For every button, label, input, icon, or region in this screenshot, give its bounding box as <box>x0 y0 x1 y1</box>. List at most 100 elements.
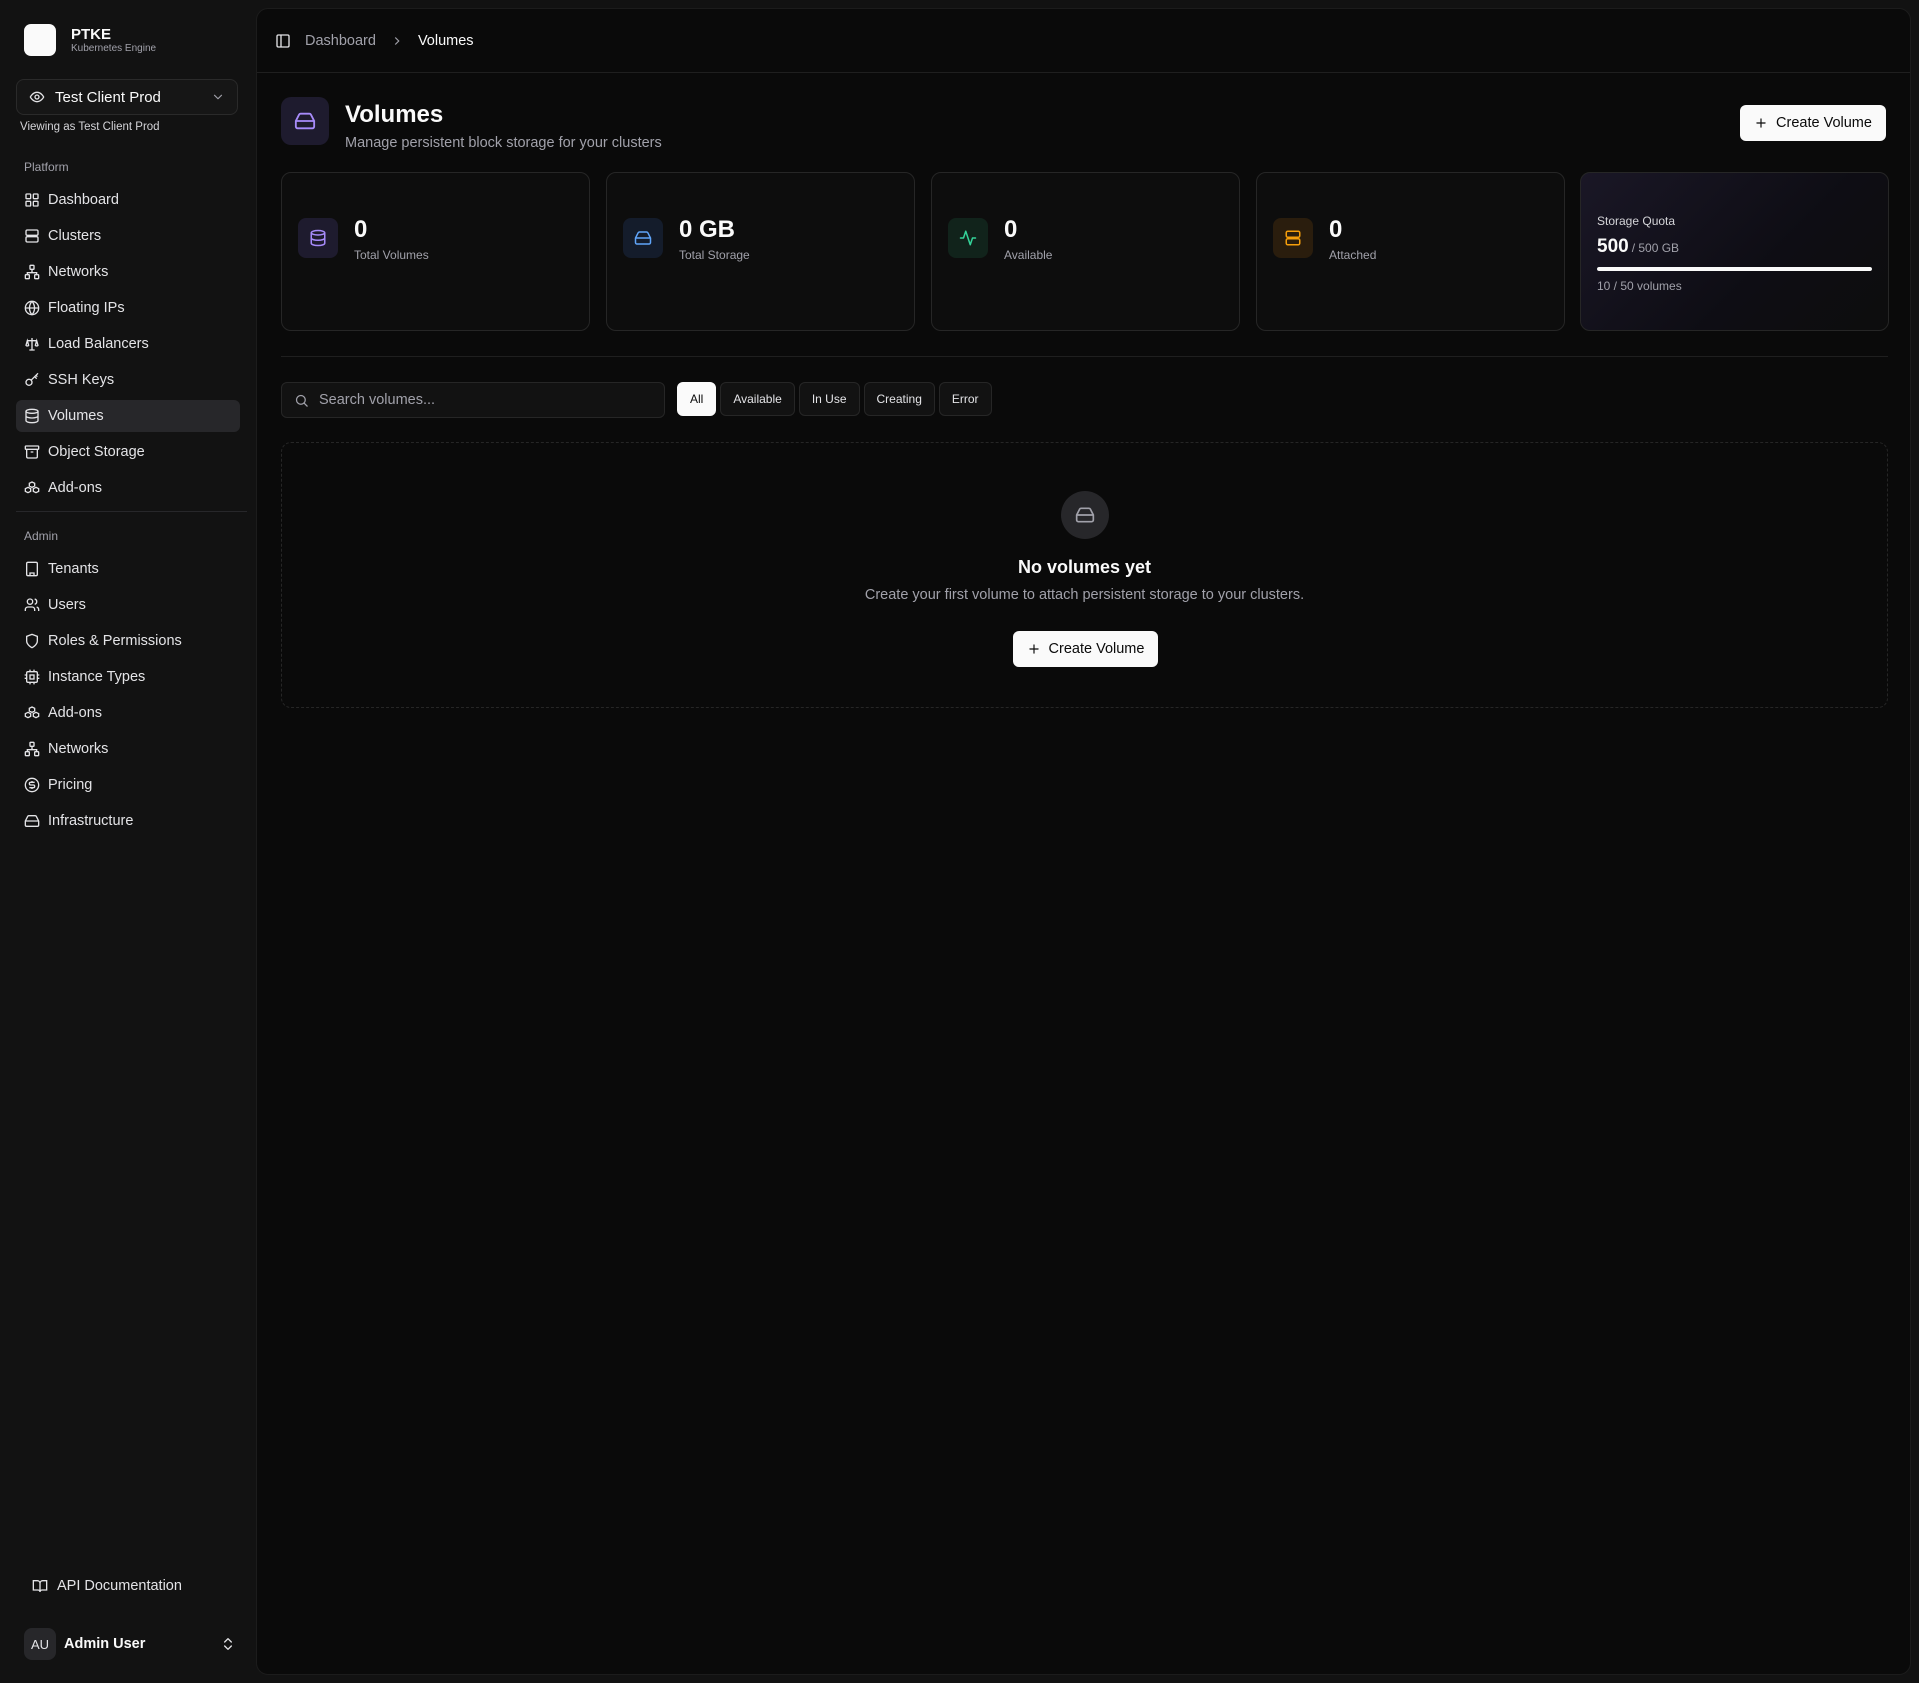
sidebar-item-label: Clusters <box>48 228 102 244</box>
api-documentation-label: API Documentation <box>57 1578 182 1594</box>
breadcrumb-current: Volumes <box>417 32 474 49</box>
user-menu[interactable]: AU Admin User <box>24 1628 236 1660</box>
grid-icon <box>24 192 40 208</box>
hard-drive-icon <box>281 97 329 145</box>
quota-progress-fill <box>1597 267 1872 271</box>
filter-all[interactable]: All <box>677 382 717 416</box>
sidebar-item-object-storage[interactable]: Object Storage <box>16 436 240 468</box>
sidebar-item-users[interactable]: Users <box>16 589 240 621</box>
tenant-selector[interactable]: Test Client Prod <box>16 79 238 115</box>
storage-quota-card: Storage Quota 500/ 500 GB 10 / 50 volume… <box>1580 172 1889 331</box>
users-icon <box>24 597 40 613</box>
scale-icon <box>24 336 40 352</box>
sidebar-item-networks[interactable]: Networks <box>16 256 240 288</box>
sidebar-item-label: Load Balancers <box>48 336 149 352</box>
search-input[interactable] <box>317 391 641 409</box>
sidebar-item-clusters[interactable]: Clusters <box>16 220 240 252</box>
sidebar-item-floating-ips[interactable]: Floating IPs <box>16 292 240 324</box>
page-title: Volumes <box>345 101 444 128</box>
building-icon <box>24 561 40 577</box>
sidebar-item-infrastructure[interactable]: Infrastructure <box>16 805 240 837</box>
globe-icon <box>24 300 40 316</box>
sidebar-item-roles-permissions[interactable]: Roles & Permissions <box>16 625 240 657</box>
viewing-as-text: Viewing as Test Client Prod <box>20 121 160 133</box>
cpu-icon <box>24 669 40 685</box>
quota-total: / 500 GB <box>1631 241 1680 255</box>
sidebar-item-load-balancers[interactable]: Load Balancers <box>16 328 240 360</box>
empty-create-volume-button[interactable]: Create Volume <box>1013 631 1158 667</box>
sidebar-item-volumes[interactable]: Volumes <box>16 400 240 432</box>
chevrons-up-down-icon <box>220 1636 236 1652</box>
sidebar-item-admin-networks[interactable]: Networks <box>16 733 240 765</box>
stat-value: 0 <box>354 216 368 243</box>
brand-name: PTKE <box>71 25 112 43</box>
server-icon <box>1273 218 1313 258</box>
brand-subtitle: Kubernetes Engine <box>71 42 157 54</box>
sidebar-divider <box>16 511 247 512</box>
sidebar-item-admin-add-ons[interactable]: Add-ons <box>16 697 240 729</box>
topbar: Dashboard Volumes <box>257 9 1910 73</box>
chevron-right-icon <box>390 34 404 48</box>
key-icon <box>24 372 40 388</box>
sidebar-item-ssh-keys[interactable]: SSH Keys <box>16 364 240 396</box>
brand-logo <box>24 24 56 56</box>
filter-error[interactable]: Error <box>938 382 992 416</box>
sidebar-item-label: Floating IPs <box>48 300 125 316</box>
create-volume-button[interactable]: Create Volume <box>1740 105 1886 141</box>
sidebar-item-label: Tenants <box>48 561 99 577</box>
database-icon <box>298 218 338 258</box>
platform-section-label: Platform <box>24 160 69 174</box>
quota-progress-bar <box>1597 267 1872 271</box>
sidebar-item-label: Instance Types <box>48 669 146 685</box>
sidebar-item-add-ons[interactable]: Add-ons <box>16 472 240 504</box>
status-filters: All Available In Use Creating Error <box>677 382 992 416</box>
sidebar-item-instance-types[interactable]: Instance Types <box>16 661 240 693</box>
network-icon <box>24 264 40 280</box>
breadcrumb-dashboard[interactable]: Dashboard <box>305 33 376 49</box>
shield-icon <box>24 633 40 649</box>
page-description: Manage persistent block storage for your… <box>345 135 662 151</box>
stat-card-total-volumes: 0 Total Volumes <box>281 172 590 331</box>
quota-volumes: 10 / 50 volumes <box>1597 279 1682 293</box>
sidebar-item-tenants[interactable]: Tenants <box>16 553 240 585</box>
filter-available[interactable]: Available <box>720 382 795 416</box>
stat-label: Attached <box>1329 248 1377 262</box>
page-header: Volumes Manage persistent block storage … <box>281 97 1888 151</box>
stat-value: 0 GB <box>679 216 736 243</box>
sidebar-item-label: Add-ons <box>48 480 103 496</box>
boxes-icon <box>24 480 40 496</box>
sidebar-item-label: Pricing <box>48 777 93 793</box>
sidebar-item-label: SSH Keys <box>48 372 115 388</box>
create-volume-label: Create Volume <box>1776 115 1872 131</box>
eye-icon <box>29 89 45 105</box>
archive-icon <box>24 444 40 460</box>
avatar: AU <box>24 1628 56 1660</box>
brand[interactable]: PTKE Kubernetes Engine <box>24 24 156 56</box>
tenant-selector-label: Test Client Prod <box>55 88 161 106</box>
chevron-down-icon <box>211 90 225 104</box>
user-name: Admin User <box>64 1636 146 1652</box>
empty-state-description: Create your first volume to attach persi… <box>864 587 1305 603</box>
filter-creating[interactable]: Creating <box>863 382 935 416</box>
sidebar-toggle-icon[interactable] <box>275 33 291 49</box>
filter-in-use[interactable]: In Use <box>798 382 860 416</box>
stat-card-total-storage: 0 GB Total Storage <box>606 172 915 331</box>
sidebar-item-pricing[interactable]: Pricing <box>16 769 240 801</box>
sidebar: PTKE Kubernetes Engine Test Client Prod … <box>0 0 256 1683</box>
empty-state-title: No volumes yet <box>1017 557 1152 577</box>
stat-label: Available <box>1004 248 1053 262</box>
stat-value: 0 <box>1329 216 1343 243</box>
sidebar-item-dashboard[interactable]: Dashboard <box>16 184 240 216</box>
empty-create-volume-label: Create Volume <box>1048 641 1145 657</box>
plus-icon <box>1027 642 1041 656</box>
plus-icon <box>1754 116 1768 130</box>
stat-card-attached: 0 Attached <box>1256 172 1565 331</box>
api-documentation-link[interactable]: API Documentation <box>24 1572 182 1600</box>
stat-value: 0 <box>1004 216 1018 243</box>
search-box[interactable] <box>281 382 665 418</box>
stat-card-available: 0 Available <box>931 172 1240 331</box>
search-icon <box>294 393 309 408</box>
activity-icon <box>948 218 988 258</box>
book-icon <box>32 1578 48 1594</box>
stat-label: Total Volumes <box>354 248 429 262</box>
